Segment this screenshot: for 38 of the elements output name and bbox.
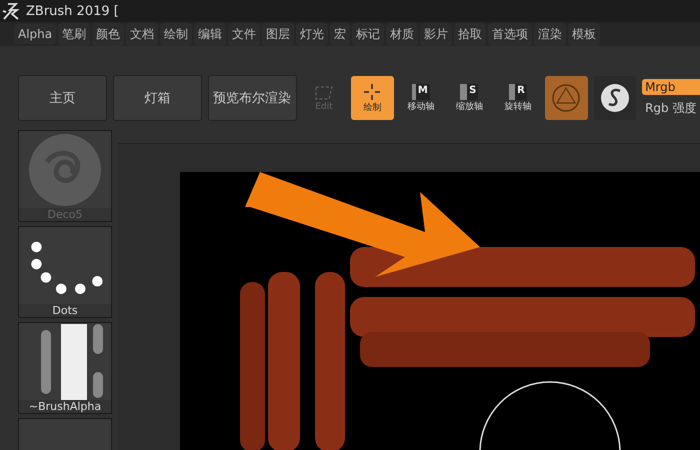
menu-item[interactable]: 拾取: [454, 22, 486, 46]
crosshair-icon: [363, 82, 382, 100]
menu-item[interactable]: 笔刷: [58, 22, 90, 46]
running-figure-icon: [2, 2, 22, 20]
shelf-button[interactable]: 预览布尔渲染: [208, 75, 297, 121]
menu-item[interactable]: 宏: [330, 22, 350, 46]
brush-name: ~BrushAlpha: [19, 400, 111, 413]
menu-item[interactable]: 影片: [420, 22, 452, 46]
brush-tile[interactable]: Dots: [18, 226, 112, 318]
menu-item[interactable]: 首选项: [488, 22, 532, 46]
axis-icon: R: [508, 84, 527, 100]
menu-item[interactable]: 渲染: [534, 22, 566, 46]
rgb-mode-button[interactable]: Rgb 强度: [642, 98, 700, 118]
shelf-button[interactable]: 主页: [18, 75, 107, 121]
viewport-canvas[interactable]: [180, 172, 700, 450]
menu-item[interactable]: 模板: [568, 22, 600, 46]
menu-item[interactable]: 编辑: [194, 22, 226, 46]
brush-tile[interactable]: ~BrushAlpha: [18, 322, 112, 414]
axis-icon: M: [412, 84, 430, 100]
material-button[interactable]: [594, 76, 636, 120]
window-title: ZBrush 2019 [: [26, 4, 119, 18]
menu-item[interactable]: 文档: [126, 22, 158, 46]
tool-button[interactable]: 绘制: [351, 76, 394, 120]
sphere-icon: [551, 83, 582, 113]
brush-name: Dots: [19, 304, 111, 317]
menu-item[interactable]: 颜色: [92, 22, 124, 46]
shelf-button[interactable]: 灯箱: [112, 75, 202, 121]
menu-item[interactable]: 绘制: [160, 22, 192, 46]
menu-item[interactable]: 材质: [386, 22, 418, 46]
rgb-mode-button[interactable]: Mrgb: [642, 78, 700, 94]
menu-item[interactable]: 文件: [228, 22, 260, 46]
menu-item[interactable]: 标记: [352, 22, 384, 46]
menu-item[interactable]: 灯光: [296, 22, 328, 46]
axis-icon: S: [460, 84, 478, 100]
edit-frame-icon: [312, 84, 335, 102]
menu-item[interactable]: 图层: [262, 22, 294, 46]
menu-item[interactable]: Alpha: [14, 24, 56, 44]
s-curve-icon: [598, 82, 631, 114]
